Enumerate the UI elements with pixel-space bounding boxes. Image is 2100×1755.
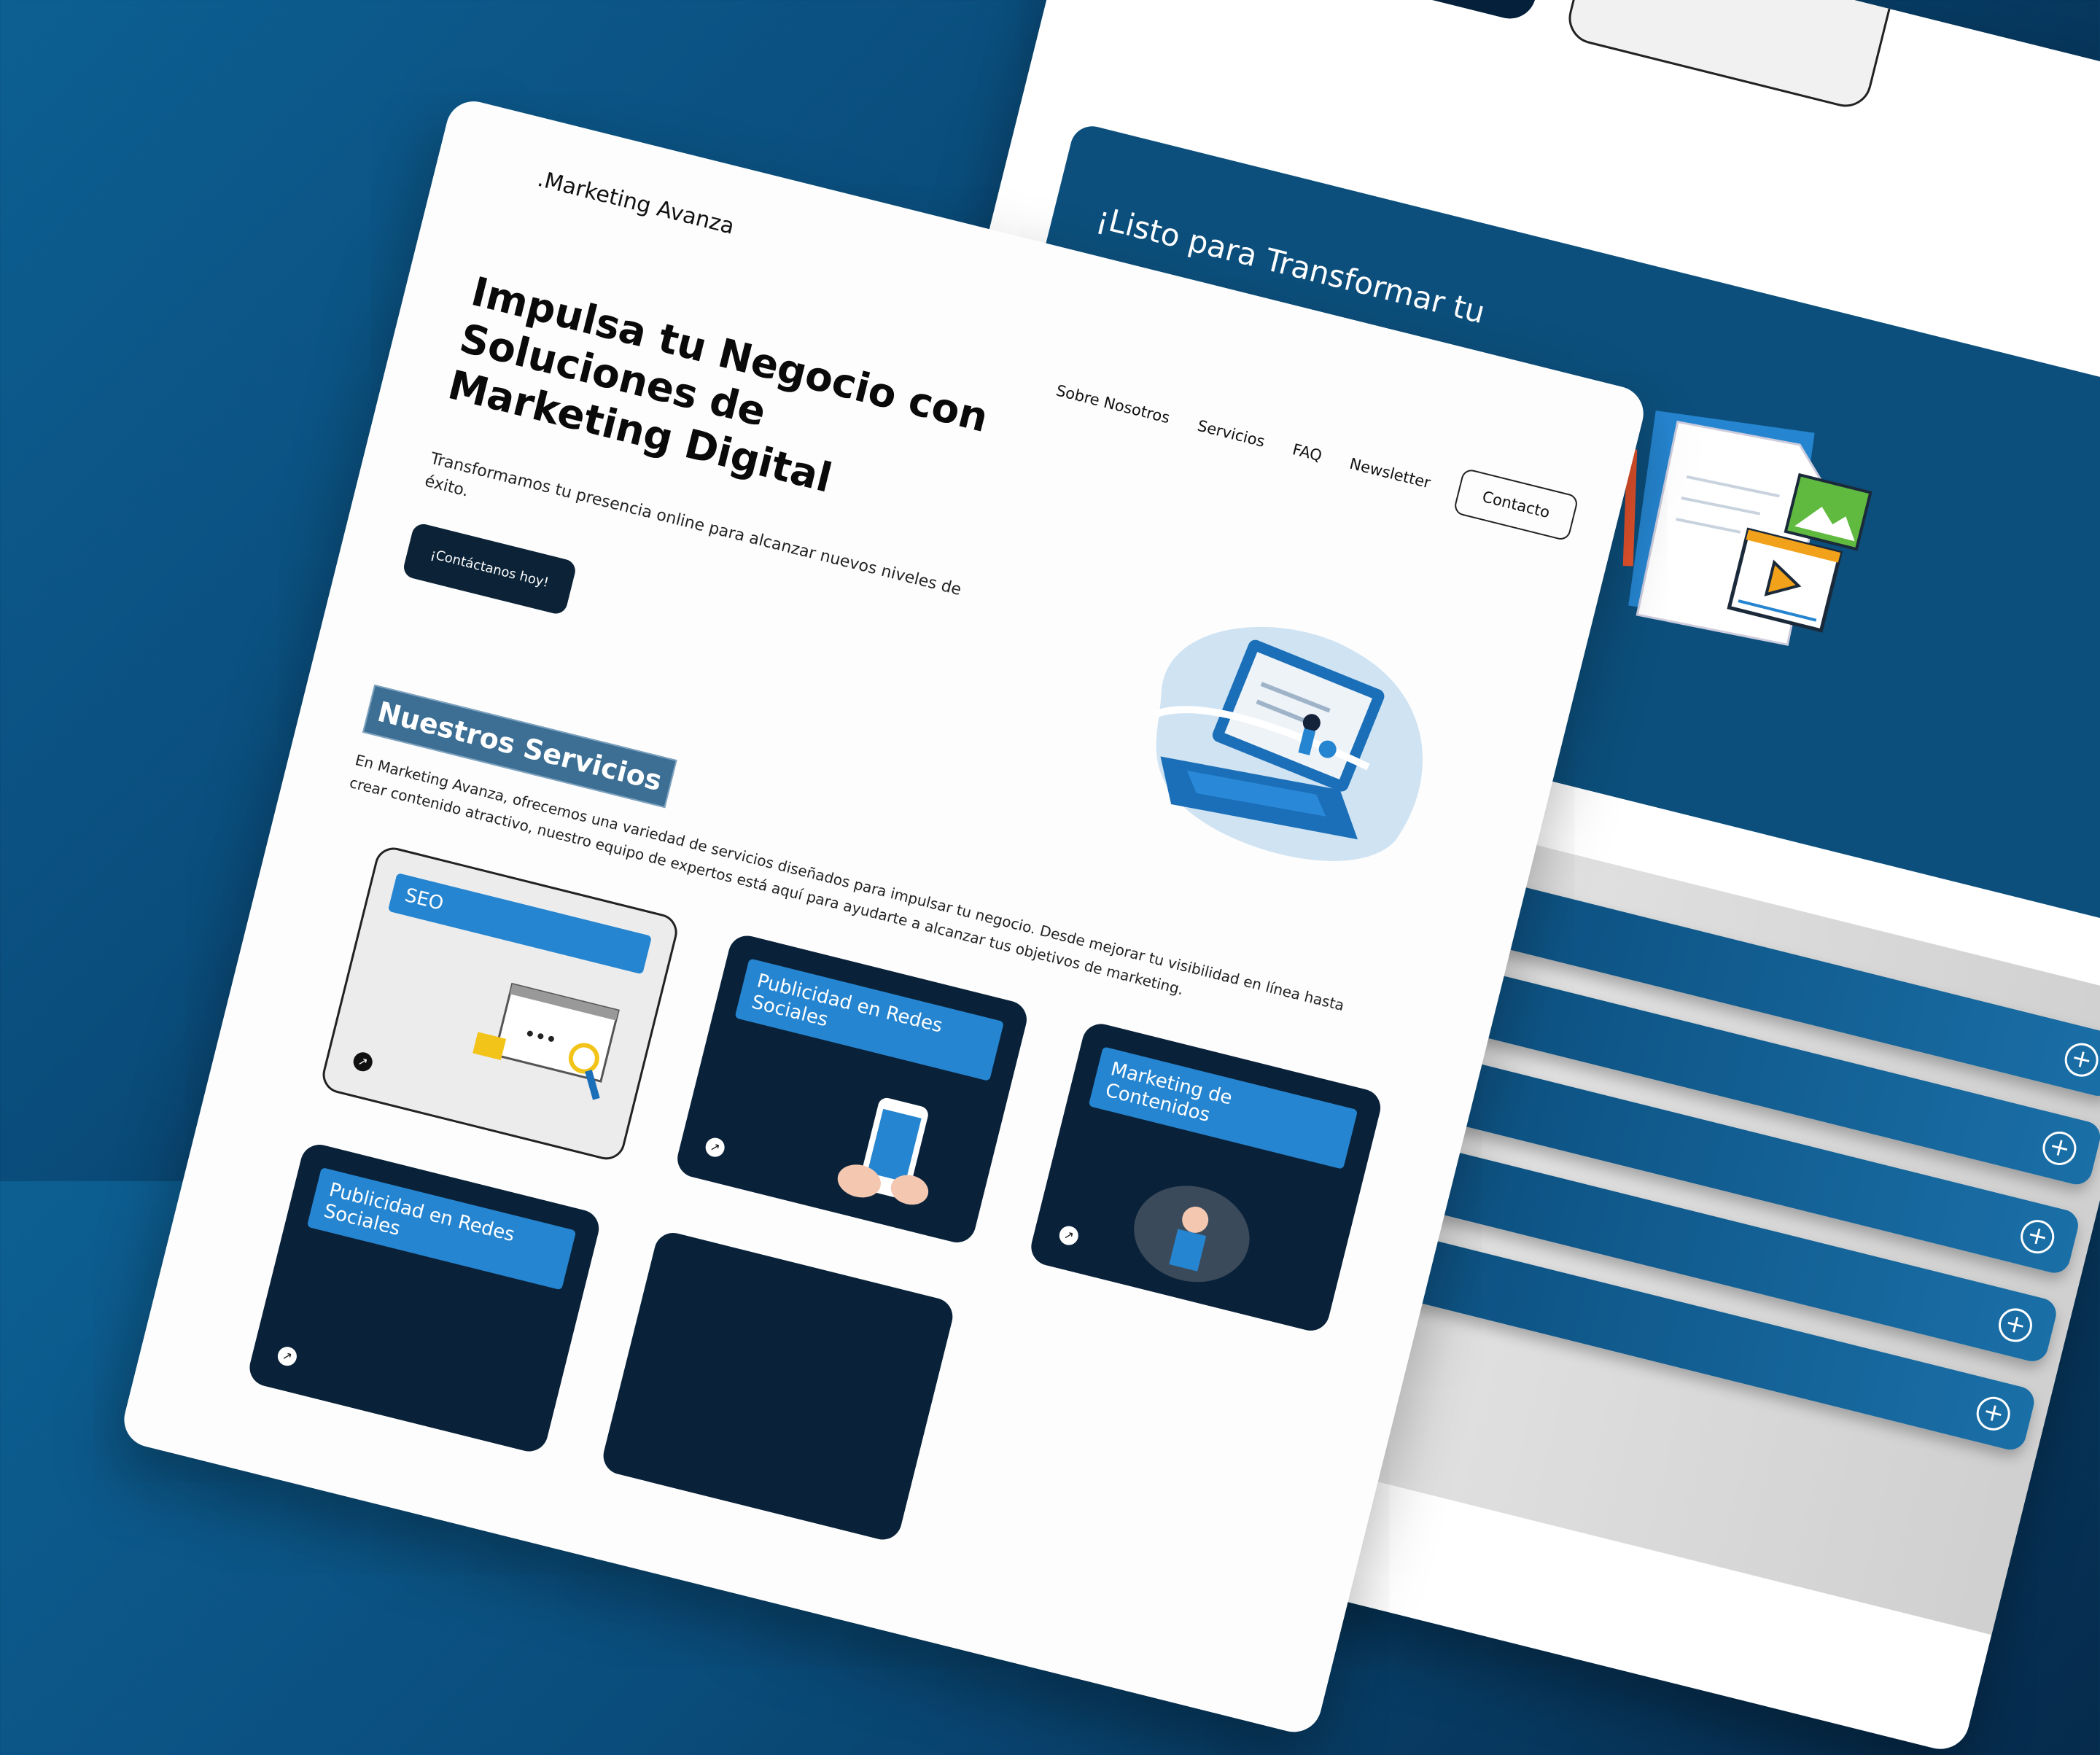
hero-laptop-illustration (1154, 626, 1423, 861)
plus-circle-icon[interactable]: + (1972, 1393, 2014, 1434)
phone-illustration (837, 1097, 929, 1205)
plus-circle-icon[interactable]: + (1995, 1304, 2036, 1346)
service-card-label: Marketing de Contenidos (1088, 1046, 1358, 1170)
nav-link-about[interactable]: Sobre Nosotros (1054, 381, 1172, 427)
service-card-seo[interactable]: SEO ↗ (319, 843, 682, 1164)
arrow-up-right-icon[interactable]: ↗ (351, 1050, 375, 1074)
nav-link-faq[interactable]: FAQ (1291, 440, 1323, 464)
contact-cta-button[interactable]: ¡Contáctanos hoy! (401, 521, 578, 616)
brand-logo[interactable]: .Marketing Avanza (535, 166, 737, 240)
nav-contact-button[interactable]: Contacto (1452, 467, 1579, 542)
service-card-social-ads[interactable]: Publicidad en Redes Sociales ↗ (673, 931, 1031, 1247)
nav-link-newsletter[interactable]: Newsletter (1348, 455, 1432, 492)
service-card-partial[interactable] (599, 1229, 957, 1544)
service-card-label: Publicidad en Redes Sociales (734, 958, 1005, 1081)
arrow-up-right-icon[interactable]: ↗ (703, 1135, 727, 1159)
seo-illustration (472, 982, 620, 1100)
plus-circle-icon[interactable]: + (2039, 1128, 2080, 1169)
service-card-label: SEO (387, 872, 653, 975)
arrow-up-right-icon[interactable]: ↗ (276, 1345, 299, 1368)
preview-card-dark-2[interactable]: ↗ (1232, 0, 1566, 25)
preview-card-light[interactable]: ↗ (1563, 0, 1898, 113)
arrow-up-right-icon[interactable]: ↗ (1057, 1223, 1081, 1248)
service-card-label: Publicidad en Redes Sociales (306, 1167, 577, 1291)
plus-circle-icon[interactable]: + (2017, 1216, 2058, 1258)
plus-circle-icon[interactable]: + (2061, 1039, 2100, 1081)
content-marketing-illustration (1134, 1186, 1250, 1283)
nav-link-services[interactable]: Servicios (1196, 417, 1267, 451)
service-card-content-marketing[interactable]: Marketing de Contenidos ↗ (1027, 1019, 1385, 1335)
main-nav: Sobre Nosotros Servicios FAQ Newsletter … (1051, 367, 1579, 542)
service-card-social-ads-2[interactable]: Publicidad en Redes Sociales ↗ (245, 1140, 603, 1456)
